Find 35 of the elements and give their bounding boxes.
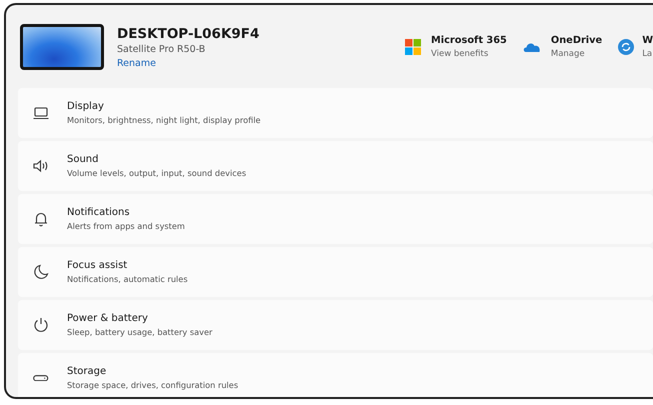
settings-item[interactable]: Display Monitors, brightness, night light, display profile [18, 88, 653, 138]
settings-item-description: Notifications, automatic rules [67, 274, 188, 284]
power-icon [32, 316, 50, 334]
settings-item-title: Power & battery [67, 313, 149, 324]
service-title[interactable]: W [642, 35, 653, 46]
settings-item[interactable]: Notifications Alerts from apps and system [18, 194, 653, 244]
four-squares-icon [405, 39, 422, 55]
settings-item-title: Storage [66, 366, 108, 377]
device-model: Satellite Pro R50-B [117, 44, 206, 54]
settings-item-description: Monitors, brightness, night light, display profile [67, 115, 261, 125]
settings-item[interactable]: Power & battery Sleep, battery usage, battery saver [18, 300, 653, 350]
rename-link[interactable]: Rename [117, 58, 260, 68]
service-title[interactable]: OneDrive [550, 35, 602, 46]
sync-icon [618, 39, 634, 55]
cloud-icon [522, 41, 541, 53]
settings-item[interactable]: Sound Volume levels, output, input, sound devices [18, 141, 653, 191]
settings-item-title: Display [67, 101, 105, 112]
crescent-moon-icon [32, 263, 50, 281]
device-name: DESKTOP-L06K9F4 [117, 26, 260, 42]
service-subtitle: Manage [550, 49, 586, 59]
service-title[interactable]: Microsoft 365 [431, 35, 507, 46]
speaker-icon [32, 157, 50, 175]
settings-item-description: Storage space, drives, configuration rules [66, 380, 238, 390]
service-subtitle: La [642, 49, 653, 59]
settings-item-description: Volume levels, output, input, sound devices [67, 168, 246, 178]
service-subtitle: View benefits [431, 49, 490, 59]
settings-item[interactable]: Storage Storage space, drives, configuration rules [18, 353, 653, 397]
settings-item[interactable]: Focus assist Notifications, automatic rules [18, 247, 653, 297]
settings-item-title: Focus assist [67, 260, 128, 271]
settings-item-title: Notifications [67, 207, 131, 218]
storage-drive-icon [33, 374, 49, 382]
settings-item-description: Sleep, battery usage, battery saver [67, 327, 212, 337]
settings-item-description: Alerts from apps and system [67, 221, 185, 231]
settings-item-title: Sound [67, 154, 100, 165]
bell-icon [32, 210, 50, 228]
